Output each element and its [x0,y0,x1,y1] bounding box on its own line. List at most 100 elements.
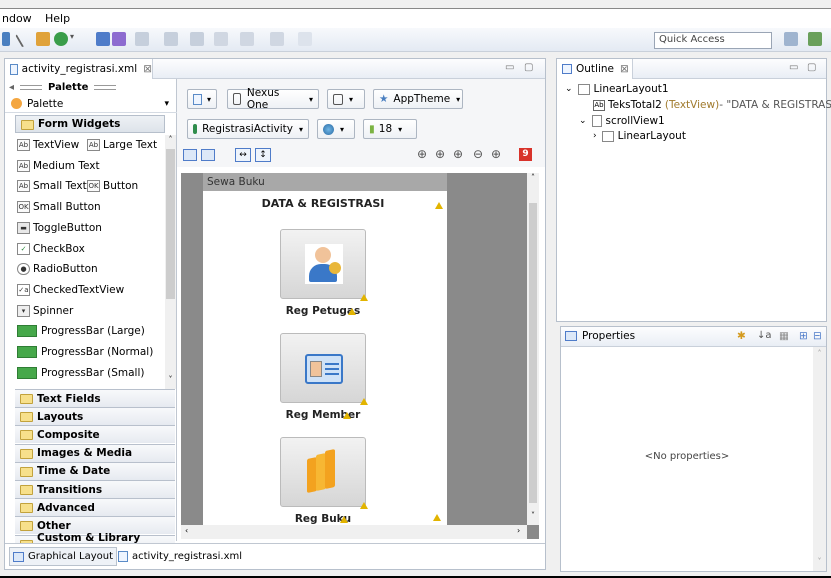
palette-widget[interactable]: Ab Medium Text [15,156,100,176]
canvas-hscrollbar[interactable]: ‹ › [181,525,527,539]
palette-widget[interactable]: ✓a CheckedTextView [15,280,124,300]
collapse-left-icon[interactable]: ◂ [9,82,14,93]
fill-height-icon[interactable]: ↕ [255,148,271,162]
editor-tab[interactable]: activity_registrasi.xml ⊠ [5,59,153,79]
outline-node-linearlayout[interactable]: › LinearLayout [593,130,686,142]
no-properties-text: <No properties> [644,451,730,462]
palette-widget[interactable]: Ab Large Text [85,135,157,155]
outline-node-linearlayout1[interactable]: ⌄ LinearLayout1 [565,83,669,95]
maximize-icon[interactable]: ▢ [807,62,816,73]
palette-widget[interactable]: ProgressBar (Normal) [15,342,153,362]
category-item[interactable]: Time & Date [15,461,175,480]
palette-widget[interactable]: ▾ Spinner [15,301,73,321]
palette-widget[interactable]: Ab TextView [15,135,79,155]
chevron-right-icon[interactable]: › [593,131,597,141]
expand-all-icon[interactable]: ⊞ [799,330,808,342]
pen-icon[interactable] [15,30,31,48]
palette-dropdown[interactable]: Palette ▾ [5,95,177,113]
open-icon[interactable] [96,32,110,46]
category-form-widgets[interactable]: Form Widgets [15,115,165,133]
back-icon[interactable] [214,32,228,46]
tab-graphical-layout[interactable]: Graphical Layout [9,547,118,566]
zoom-fit-icon[interactable]: ⊕ [435,147,445,161]
scroll-up-icon[interactable]: ˄ [165,135,176,144]
theme-dropdown[interactable]: ★ AppTheme ▾ [373,89,463,109]
reg-petugas-button[interactable] [280,229,366,299]
pin-icon[interactable] [298,32,312,46]
new-android-icon[interactable] [54,32,68,46]
node-label: scrollView1 [605,115,665,127]
close-tab-icon[interactable]: ⊠ [143,63,152,75]
scroll-down-icon[interactable]: ˅ [165,375,176,384]
magic-wand-icon[interactable]: ✱ [737,330,746,342]
layout-vertical-icon[interactable] [201,149,215,161]
forward-icon[interactable] [240,32,254,46]
category-item[interactable]: Transitions [15,480,175,498]
api-dropdown[interactable]: ▮ 18 ▾ [363,119,417,139]
minimize-icon[interactable]: ▭ [505,62,514,73]
error-badge[interactable]: 9 [519,148,532,161]
palette-widget[interactable]: ProgressBar (Large) [15,321,145,341]
outline-node-tekstotal2[interactable]: Ab TeksTotal2 (TextView) - "DATA & REGIS… [593,99,831,111]
quick-access-input[interactable]: Quick Access [654,32,772,49]
category-item[interactable]: Text Fields [15,389,175,407]
next-edit-icon[interactable] [164,32,178,46]
tab-xml-source[interactable]: activity_registrasi.xml [115,547,245,566]
palette-widget[interactable]: OK Small Button [15,197,101,217]
dropdown-arrow-icon[interactable]: ▾ [70,32,78,46]
maximize-icon[interactable]: ▢ [524,62,533,73]
orientation-dropdown[interactable]: ▾ [327,89,365,109]
properties-scrollbar[interactable]: ˄ ˅ [813,347,826,571]
outline-tab[interactable]: Outline ⊠ [557,59,633,79]
minimize-icon[interactable]: ▭ [789,62,798,73]
palette-scrollbar[interactable]: ˄ ˅ [165,135,176,389]
palette-widget[interactable]: ▬ ToggleButton [15,218,102,238]
sort-icon[interactable]: ↓a [757,330,772,341]
chevron-down-icon[interactable]: ⌄ [565,84,573,94]
prev-annotation-icon[interactable] [190,32,204,46]
menu-window[interactable]: ndow [2,12,32,25]
properties-tab[interactable]: Properties [565,330,635,342]
palette-widget[interactable]: ● RadioButton [15,259,98,279]
ddms-perspective-icon[interactable] [808,32,822,46]
close-tab-icon[interactable]: ⊠ [620,63,629,75]
category-item[interactable]: Advanced [15,498,175,517]
scroll-thumb[interactable] [166,149,175,299]
zoom-out-icon[interactable]: ⊖ [473,147,483,161]
properties-panel: Properties ✱ ↓a ▦ ⊞ ⊟ <No properties> ˄ … [560,326,827,572]
menu-help[interactable]: Help [45,12,70,25]
category-item[interactable]: Layouts [15,407,175,426]
reg-buku-button[interactable] [280,437,366,507]
chevron-down-icon[interactable]: ⌄ [579,116,587,126]
xml-file-icon [118,551,128,562]
forward2-icon[interactable] [270,32,284,46]
device-dropdown[interactable]: Nexus One ▾ [227,87,319,111]
palette-widget[interactable]: ✓ CheckBox [15,239,85,259]
annotation-icon[interactable] [135,32,149,46]
category-item[interactable]: Images & Media [15,443,175,462]
palette-widget[interactable]: ProgressBar (Small) [15,363,144,383]
open-perspective-icon[interactable] [784,32,798,46]
grid-icon[interactable] [36,32,50,46]
warning-icon [360,502,368,509]
locale-dropdown[interactable]: ▾ [317,119,355,139]
run-icon[interactable] [112,32,126,46]
fill-width-icon[interactable]: ↔ [235,148,251,162]
layout-horizontal-icon[interactable] [183,149,197,161]
palette-widget[interactable]: Ab Small Text [15,176,87,196]
config-chooser[interactable]: ▾ [187,89,217,109]
outline-node-scrollview1[interactable]: ⌄ scrollView1 [579,115,665,127]
activity-dropdown[interactable]: RegistrasiActivity ▾ [187,119,309,139]
reg-member-button[interactable] [280,333,366,403]
advanced-icon[interactable]: ▦ [779,330,789,342]
zoom-100-icon[interactable]: ⊕ [453,147,463,161]
chevron-down-icon[interactable]: ▾ [164,99,169,109]
outline-icon [562,64,572,74]
category-item[interactable]: Composite [15,425,175,444]
zoom-in-icon[interactable]: ⊕ [491,147,501,161]
canvas-vscrollbar[interactable]: ˄ ˅ [527,173,539,525]
collapse-all-icon[interactable]: ⊟ [813,330,822,342]
zoom-real-icon[interactable]: ⊕ [417,147,427,161]
toolbar-handle-icon[interactable] [2,32,10,46]
palette-widget[interactable]: OK Button [85,176,138,196]
